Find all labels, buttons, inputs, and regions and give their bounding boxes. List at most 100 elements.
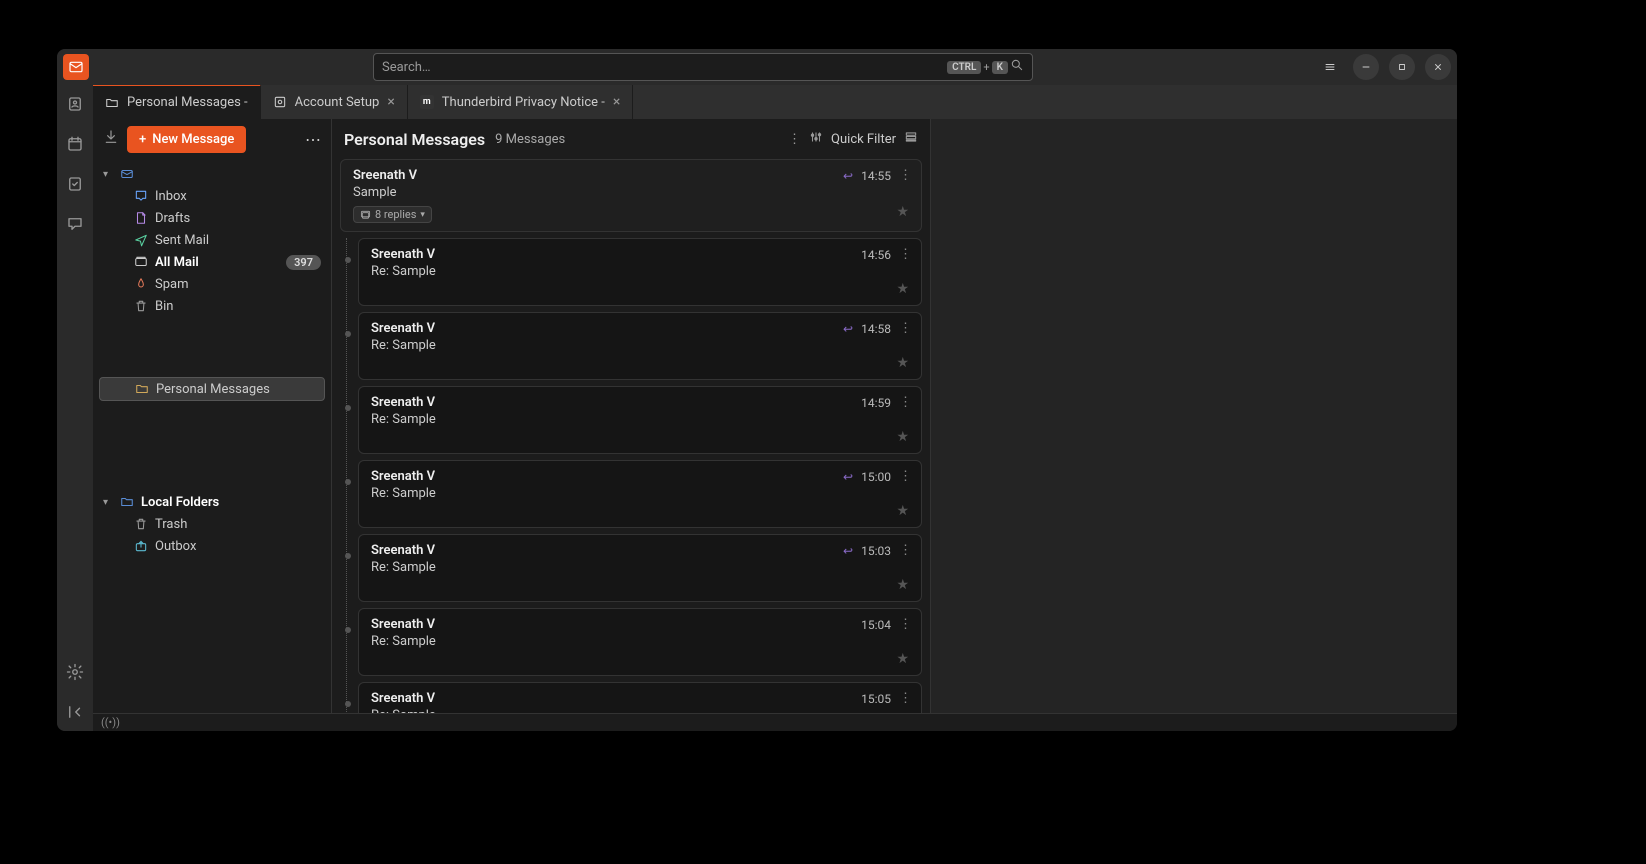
maximize-button[interactable] (1389, 54, 1415, 80)
collapse-icon[interactable] (64, 701, 86, 723)
spaces-toolbar (57, 85, 93, 731)
star-icon[interactable]: ★ (896, 355, 909, 371)
display-options-icon[interactable] (904, 130, 918, 148)
subject: Re: Sample (371, 486, 909, 501)
star-icon[interactable]: ★ (896, 577, 909, 593)
folder-icon (105, 96, 119, 110)
chat-icon[interactable] (64, 213, 86, 235)
message-card[interactable]: Sreenath V↩15:00⋮Re: Sample★ (358, 460, 922, 528)
filter-icon[interactable] (809, 130, 823, 148)
hamburger-menu-button[interactable] (1317, 54, 1343, 80)
account-root[interactable]: ▾ (99, 163, 325, 185)
chevron-down-icon: ▾ (103, 169, 113, 180)
folder-personal-messages[interactable]: Personal Messages (99, 377, 325, 401)
local-folders-label: Local Folders (141, 495, 321, 510)
tab-privacy-notice[interactable]: m Thunderbird Privacy Notice - × (408, 85, 634, 119)
tab-label: Thunderbird Privacy Notice - (442, 95, 605, 110)
replied-icon: ↩ (843, 322, 853, 336)
tasks-icon[interactable] (64, 173, 86, 195)
subject: Re: Sample (371, 560, 909, 575)
sender: Sreenath V (371, 395, 853, 410)
settings-tab-icon (273, 95, 287, 109)
tab-personal-messages[interactable]: Personal Messages - (93, 85, 261, 119)
bin-icon (133, 516, 149, 532)
folder-pane-more-icon[interactable]: ⋯ (305, 130, 321, 149)
time: 15:03 (861, 544, 891, 558)
message-more-icon[interactable]: ⋮ (899, 691, 909, 706)
folder-label: Trash (155, 517, 321, 532)
star-icon[interactable]: ★ (896, 281, 909, 297)
message-more-icon[interactable]: ⋮ (899, 469, 909, 484)
folder-outbox[interactable]: Outbox (99, 535, 325, 557)
minimize-button[interactable] (1353, 54, 1379, 80)
message-more-icon[interactable]: ⋮ (899, 247, 909, 262)
tab-label: Account Setup (295, 95, 380, 110)
message-more-icon[interactable]: ⋮ (899, 395, 909, 410)
message-more-icon[interactable]: ⋮ (899, 617, 909, 632)
global-search-input[interactable]: Search… CTRL + K (373, 53, 1033, 81)
local-folders-root[interactable]: ▾ Local Folders (99, 491, 325, 513)
chevron-down-icon: ▾ (103, 497, 113, 508)
sender: Sreenath V (371, 543, 835, 558)
inbox-icon (133, 188, 149, 204)
folder-label: Spam (155, 277, 321, 292)
subject: Re: Sample (371, 412, 909, 427)
folder-tree: ▾ Inbox DraftsSent MailAll Mail397 Spam Bin… (93, 159, 331, 713)
message-card[interactable]: Sreenath V↩14:58⋮Re: Sample★ (358, 312, 922, 380)
spam-icon (133, 276, 149, 292)
allmail-icon (133, 254, 149, 270)
settings-icon[interactable] (64, 661, 86, 683)
star-icon[interactable]: ★ (896, 503, 909, 519)
folder-sent-mail[interactable]: Sent Mail (99, 229, 325, 251)
close-button[interactable] (1425, 54, 1451, 80)
folder-label: Inbox (155, 189, 321, 204)
tab-account-setup[interactable]: Account Setup × (261, 85, 408, 119)
drafts-icon (133, 210, 149, 226)
quick-filter-label[interactable]: Quick Filter (831, 132, 896, 147)
app-window: Search… CTRL + K (57, 49, 1457, 731)
folder-spam[interactable]: Spam (99, 273, 325, 295)
folder-inbox[interactable]: Inbox (99, 185, 325, 207)
message-card[interactable]: Sreenath V ↩ 15:03 ⋮ Re: Sample ★ (358, 534, 922, 602)
sender: Sreenath V (371, 617, 853, 632)
close-icon[interactable]: × (613, 94, 620, 110)
sent-icon (133, 232, 149, 248)
folder-all-mail[interactable]: All Mail397 (99, 251, 325, 273)
sender: Sreenath V (371, 247, 853, 262)
divider-icon: ⋮ (788, 132, 801, 147)
tab-bar: Personal Messages - Account Setup × m Th… (93, 85, 1457, 119)
folder-trash[interactable]: Trash (99, 513, 325, 535)
tab-label: Personal Messages - (127, 95, 248, 110)
subject: Re: Sample (371, 338, 909, 353)
message-card[interactable]: Sreenath V15:05⋮Re: Sample★ (358, 682, 922, 713)
folder-drafts[interactable]: Drafts (99, 207, 325, 229)
thread-root[interactable]: Sreenath V ↩ 14:55 ⋮ Sample 8 replies (340, 159, 922, 232)
close-icon[interactable]: × (387, 94, 394, 110)
get-messages-icon[interactable] (103, 129, 119, 149)
message-card[interactable]: Sreenath V15:04⋮Re: Sample★ (358, 608, 922, 676)
star-icon[interactable]: ★ (896, 429, 909, 445)
message-preview-pane (931, 119, 1457, 713)
message-card[interactable]: Sreenath V14:59⋮Re: Sample★ (358, 386, 922, 454)
calendar-icon[interactable] (64, 133, 86, 155)
message-list[interactable]: Sreenath V ↩ 14:55 ⋮ Sample 8 replies (332, 159, 930, 713)
new-message-button[interactable]: + New Message (127, 126, 246, 153)
addressbook-icon[interactable] (64, 93, 86, 115)
message-list-pane: Personal Messages 9 Messages ⋮ Quick Fil… (331, 119, 931, 713)
replies-count: 8 replies (375, 208, 416, 221)
message-card[interactable]: Sreenath V14:56⋮Re: Sample★ (358, 238, 922, 306)
moz-icon: m (420, 95, 434, 109)
message-more-icon[interactable]: ⋮ (899, 543, 909, 558)
search-placeholder: Search… (382, 60, 945, 75)
kbd-plus: + (983, 61, 989, 74)
message-more-icon[interactable]: ⋮ (899, 321, 909, 336)
outbox-icon (133, 538, 149, 554)
replied-icon: ↩ (843, 544, 853, 558)
replies-chip[interactable]: 8 replies ▾ (353, 206, 432, 223)
message-more-icon[interactable]: ⋮ (899, 168, 909, 183)
folder-bin[interactable]: Bin (99, 295, 325, 317)
star-icon[interactable]: ★ (896, 651, 909, 667)
replied-icon: ↩ (843, 470, 853, 484)
star-icon[interactable]: ★ (896, 204, 909, 220)
time: 15:00 (861, 470, 891, 484)
